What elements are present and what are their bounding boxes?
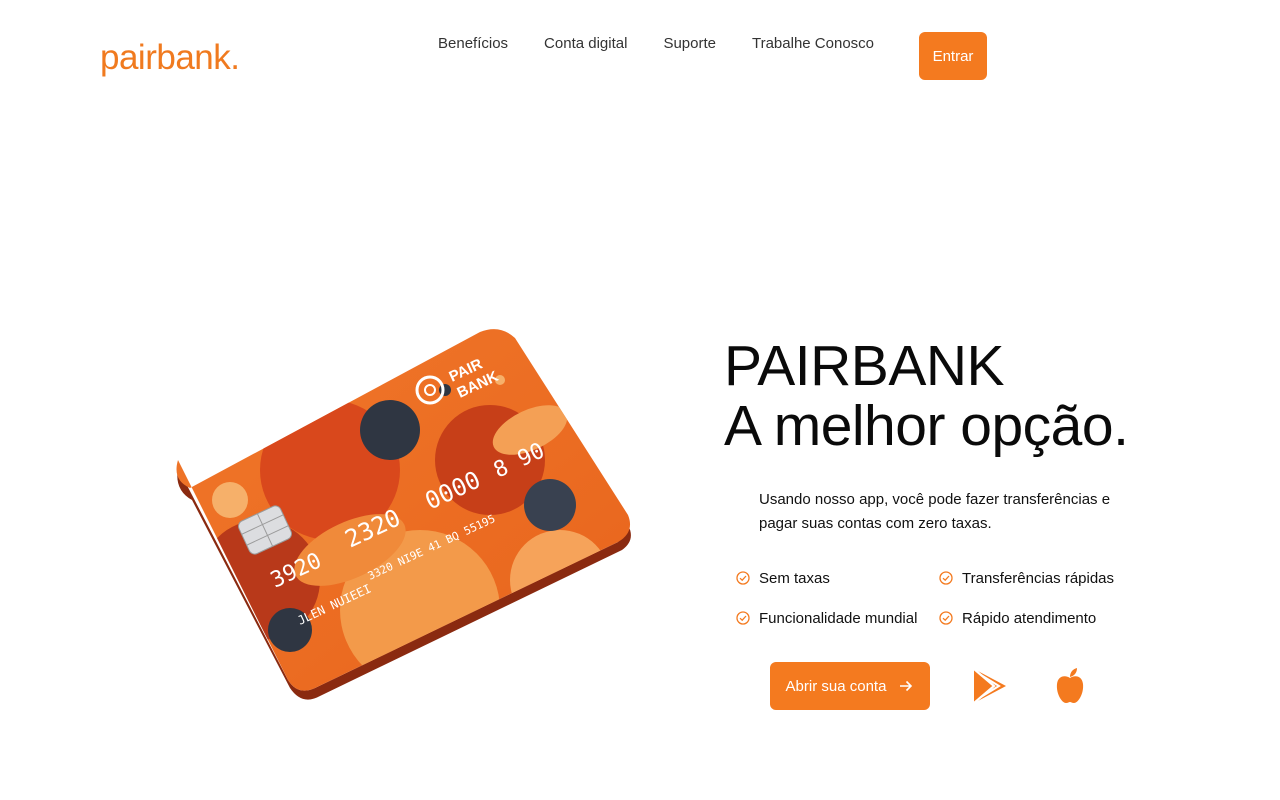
credit-card-illustration: PAIR BANK 2320 0000 8 90 3920 3320 NI9E … bbox=[170, 320, 640, 700]
feature-item: Funcionalidade mundial bbox=[736, 608, 939, 628]
hero-title: PAIRBANK A melhor opção. bbox=[724, 334, 1129, 458]
nav-item-beneficios[interactable]: Benefícios bbox=[438, 35, 508, 52]
hero-title-line1: PAIRBANK bbox=[724, 334, 1005, 398]
feature-label: Transferências rápidas bbox=[962, 569, 1115, 587]
feature-label: Funcionalidade mundial bbox=[759, 609, 918, 627]
nav-item-trabalhe-conosco[interactable]: Trabalhe Conosco bbox=[752, 35, 874, 52]
feature-label: Sem taxas bbox=[759, 569, 830, 587]
main-nav: Benefícios Conta digital Suporte Trabalh… bbox=[438, 35, 874, 52]
open-account-label: Abrir sua conta bbox=[785, 677, 887, 695]
app-store-link[interactable] bbox=[1050, 666, 1090, 706]
credit-card-graphic: PAIR BANK 2320 0000 8 90 3920 3320 NI9E … bbox=[176, 329, 631, 700]
feature-item: Transferências rápidas bbox=[939, 568, 1159, 588]
check-circle-icon bbox=[736, 571, 750, 585]
check-circle-icon bbox=[736, 611, 750, 625]
feature-label: Rápido atendimento bbox=[962, 609, 1097, 627]
nav-item-conta-digital[interactable]: Conta digital bbox=[544, 35, 627, 52]
apple-icon bbox=[1056, 668, 1084, 703]
brand-logo[interactable]: pairbank. bbox=[100, 38, 240, 78]
feature-item: Sem taxas bbox=[736, 568, 939, 588]
open-account-button[interactable]: Abrir sua conta bbox=[770, 662, 930, 710]
feature-item: Rápido atendimento bbox=[939, 608, 1159, 628]
nav-item-suporte[interactable]: Suporte bbox=[663, 35, 716, 52]
check-circle-icon bbox=[939, 571, 953, 585]
google-play-link[interactable] bbox=[970, 666, 1010, 706]
check-circle-icon bbox=[939, 611, 953, 625]
login-button[interactable]: Entrar bbox=[919, 32, 987, 80]
arrow-right-icon bbox=[900, 680, 913, 692]
feature-list: Sem taxas Transferências rápidas Funcion… bbox=[736, 568, 1166, 628]
hero-description: Usando nosso app, você pode fazer transf… bbox=[759, 491, 1111, 532]
google-play-icon bbox=[973, 668, 1006, 704]
hero-title-line2: A melhor opção. bbox=[724, 394, 1129, 458]
